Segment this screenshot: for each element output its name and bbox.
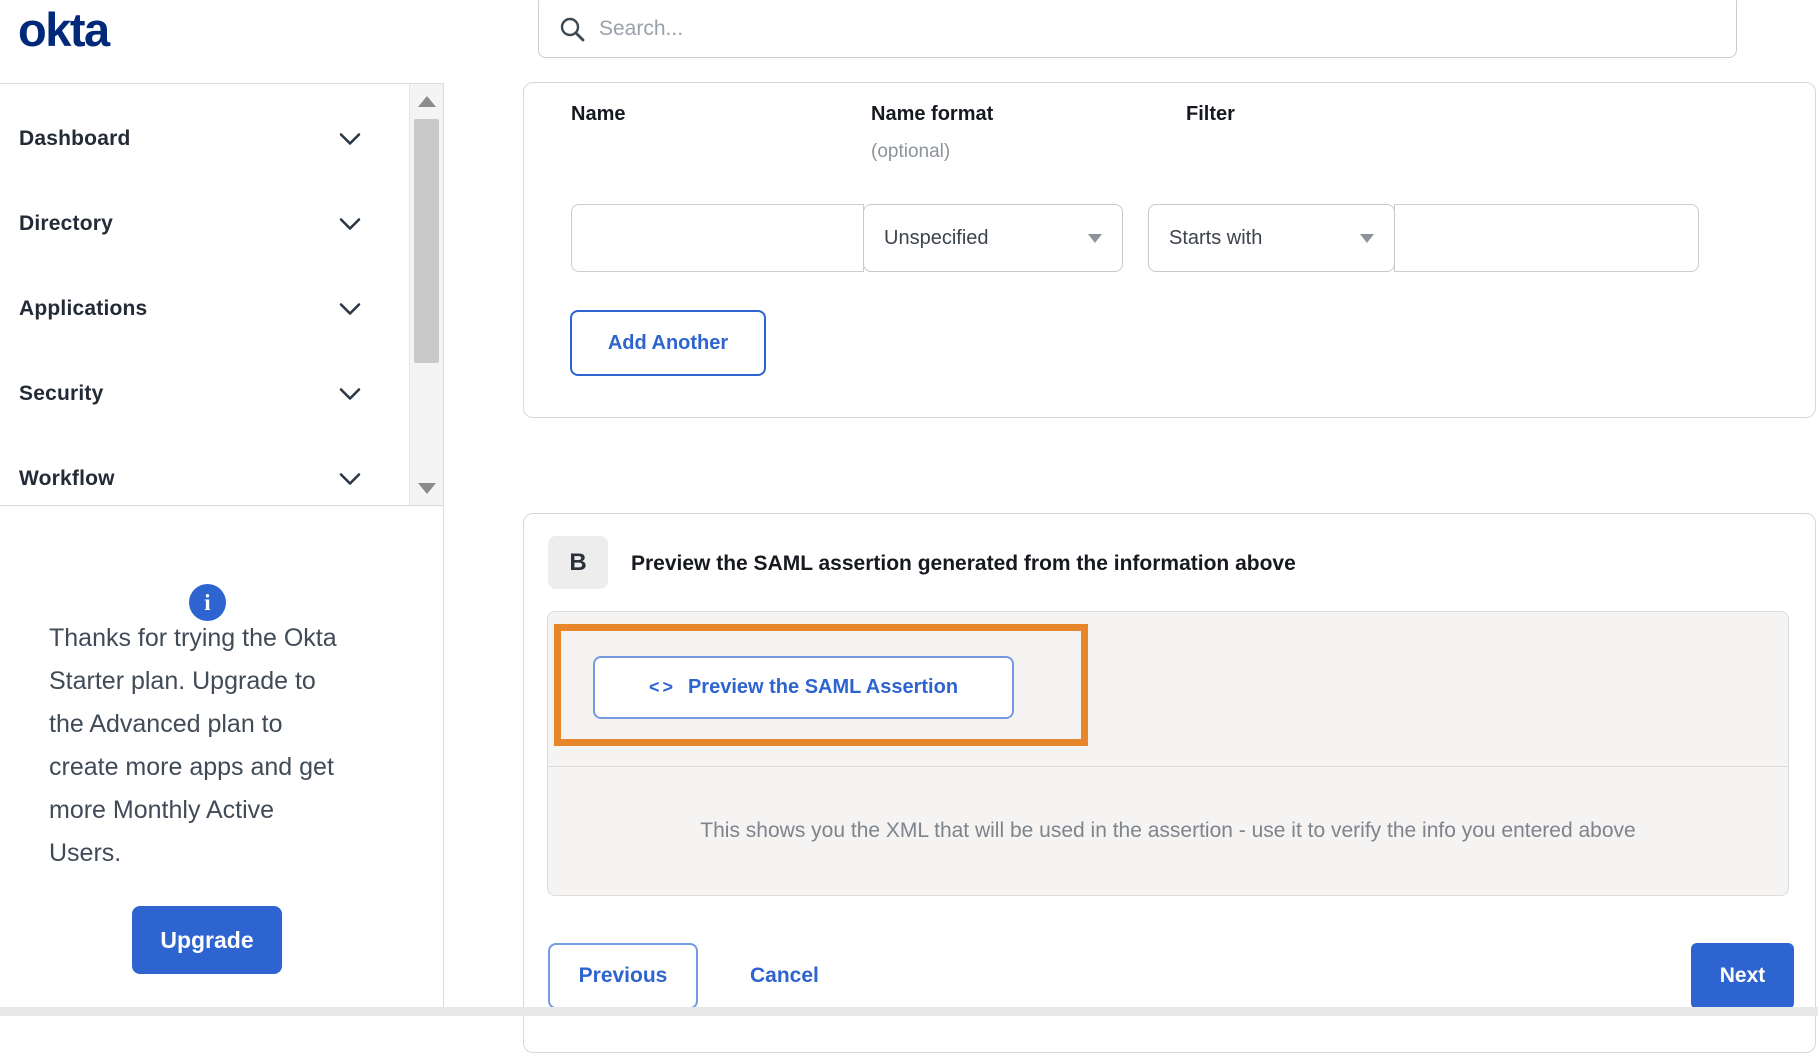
next-button[interactable]: Next	[1691, 943, 1794, 1009]
sidebar-item-label: Security	[19, 381, 104, 405]
caret-down-icon	[1088, 233, 1102, 243]
chevron-down-icon	[339, 387, 361, 400]
previous-button[interactable]: Previous	[548, 943, 698, 1009]
name-format-value: Unspecified	[884, 226, 989, 249]
sidebar-item-dashboard[interactable]: Dashboard	[0, 96, 409, 181]
filter-value-input[interactable]	[1394, 204, 1699, 272]
wizard-footer: Previous Cancel Next	[548, 943, 1794, 1009]
okta-logo: okta	[18, 3, 110, 56]
chevron-down-icon	[339, 302, 361, 315]
sidebar-item-workflow[interactable]: Workflow	[0, 436, 409, 505]
sidebar-item-applications[interactable]: Applications	[0, 266, 409, 351]
sidebar-menu: Dashboard Directory Applications Securit…	[0, 84, 443, 506]
name-column-label: Name	[571, 103, 626, 125]
chevron-down-icon	[339, 472, 361, 485]
sidebar-item-label: Directory	[19, 211, 114, 235]
preview-box: This shows you the XML that will be used…	[547, 611, 1789, 896]
name-format-optional-hint: (optional)	[871, 141, 951, 162]
sidebar-item-security[interactable]: Security	[0, 351, 409, 436]
sidebar-item-label: Workflow	[19, 466, 115, 490]
add-another-button[interactable]: Add Another	[570, 310, 766, 376]
plan-promo-text: Thanks for trying the Okta Starter plan.…	[49, 624, 337, 867]
caret-down-icon	[1360, 233, 1374, 243]
search-icon	[560, 17, 585, 42]
scrollbar-thumb[interactable]	[414, 119, 439, 363]
sidebar-item-label: Dashboard	[19, 126, 131, 150]
chevron-down-icon	[339, 217, 361, 230]
chevron-down-icon	[339, 132, 361, 145]
sidebar-item-directory[interactable]: Directory	[0, 181, 409, 266]
preview-saml-panel: B Preview the SAML assertion generated f…	[523, 513, 1816, 1053]
info-icon: i	[189, 584, 226, 621]
viewport-bottom-strip	[0, 1007, 1818, 1016]
sidebar: Dashboard Directory Applications Securit…	[0, 83, 444, 1016]
preview-button-label: Preview the SAML Assertion	[687, 676, 959, 698]
filter-column-label: Filter	[1186, 103, 1235, 125]
preview-description: This shows you the XML that will be used…	[700, 819, 1636, 842]
filter-type-value: Starts with	[1169, 226, 1263, 249]
upgrade-button[interactable]: Upgrade	[132, 906, 282, 974]
filter-type-select[interactable]: Starts with	[1148, 204, 1395, 272]
search-input[interactable]	[599, 17, 1716, 41]
code-icon: <>	[648, 677, 676, 697]
name-format-column-label: Name format	[871, 103, 994, 125]
name-format-select[interactable]: Unspecified	[863, 204, 1123, 272]
sidebar-scrollbar[interactable]	[409, 84, 443, 505]
step-b-badge: B	[548, 536, 608, 589]
global-search[interactable]	[538, 0, 1737, 58]
preview-section-title: Preview the SAML assertion generated fro…	[631, 552, 1296, 575]
preview-saml-assertion-button[interactable]: <> Preview the SAML Assertion	[593, 656, 1014, 719]
attribute-name-input[interactable]	[571, 204, 864, 272]
sidebar-item-label: Applications	[19, 296, 148, 320]
scroll-down-arrow-icon[interactable]	[417, 483, 436, 494]
scroll-up-arrow-icon[interactable]	[417, 96, 436, 107]
cancel-link[interactable]: Cancel	[750, 964, 819, 988]
attribute-statements-panel: Name Name format (optional) Filter Unspe…	[523, 82, 1816, 418]
